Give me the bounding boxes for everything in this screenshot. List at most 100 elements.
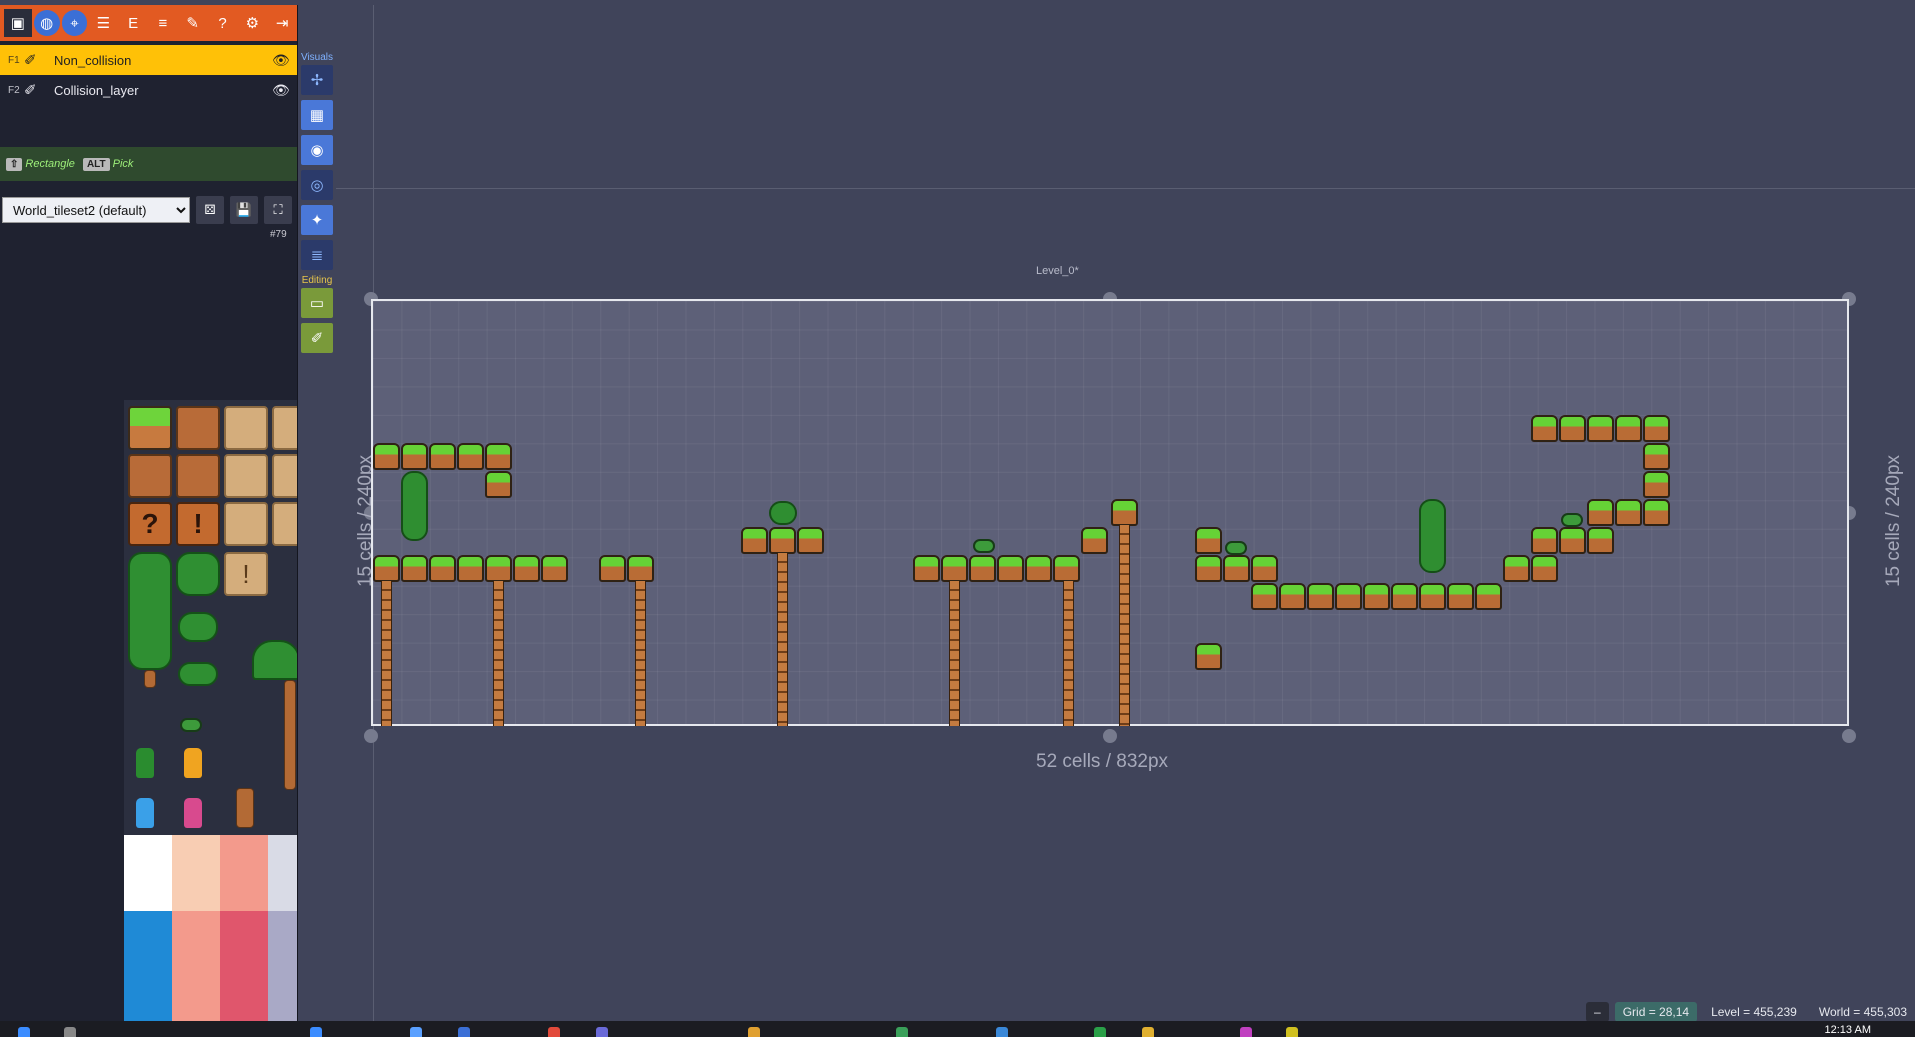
grid-icon[interactable]: ▦ <box>301 100 333 130</box>
focus-icon[interactable]: ◎ <box>301 170 333 200</box>
grass-tile <box>913 555 940 582</box>
map-pin-icon[interactable]: ⌖ <box>61 10 88 36</box>
app-icon[interactable] <box>996 1027 1008 1037</box>
grass-tile <box>1559 415 1586 442</box>
grass-tile <box>373 443 400 470</box>
tile-sky-red[interactable] <box>220 835 268 1021</box>
tools-icon[interactable]: ✎ <box>179 9 207 37</box>
app-icon[interactable] <box>1142 1027 1154 1037</box>
tile-pink-bottle[interactable] <box>184 798 202 828</box>
grass-tile <box>969 555 996 582</box>
flower-deco <box>1225 541 1247 555</box>
resize-handle[interactable] <box>364 729 378 743</box>
grass-tile <box>429 555 456 582</box>
tile-sky-grey[interactable] <box>268 835 297 1021</box>
save-icon[interactable]: 💾 <box>230 196 258 224</box>
tile-sky-peach[interactable] <box>172 835 220 1021</box>
app-icon[interactable] <box>896 1027 908 1037</box>
tile-small-bush[interactable] <box>178 612 218 642</box>
entities-icon[interactable]: E <box>119 9 147 37</box>
tile-sand[interactable] <box>272 454 297 498</box>
level-name: Level_0* <box>1036 265 1079 277</box>
resize-handle[interactable] <box>1103 729 1117 743</box>
app-icon[interactable] <box>310 1027 322 1037</box>
tile-tree[interactable] <box>128 552 172 670</box>
tile-sand[interactable] <box>224 454 268 498</box>
world-icon[interactable]: ◍ <box>33 10 60 36</box>
eye-icon[interactable]: ◉ <box>301 135 333 165</box>
settings-icon[interactable]: ⚙ <box>238 9 266 37</box>
tile-bush[interactable] <box>176 552 220 596</box>
grass-tile <box>997 555 1024 582</box>
exit-icon[interactable]: ⇥ <box>268 9 296 37</box>
grass-tile <box>429 443 456 470</box>
layer-item-collision[interactable]: F2 ✐ Collision_layer 👁 <box>0 75 297 105</box>
tile-flowers[interactable] <box>180 718 202 732</box>
app-icon[interactable] <box>458 1027 470 1037</box>
app-icon[interactable] <box>596 1027 608 1037</box>
tile-sand[interactable] <box>224 406 268 450</box>
compass-icon[interactable]: ✢ <box>301 65 333 95</box>
tile-dirt[interactable] <box>176 454 220 498</box>
tile-grass[interactable] <box>128 406 172 450</box>
level-canvas[interactable] <box>371 299 1849 726</box>
grass-tile <box>1531 415 1558 442</box>
rectangle-hint: Rectangle <box>25 158 75 170</box>
tile-palm-trunk[interactable] <box>284 680 296 790</box>
random-icon[interactable]: ⚄ <box>196 196 224 224</box>
tile-log[interactable] <box>236 788 254 828</box>
app-icon[interactable] <box>748 1027 760 1037</box>
tileset-palette[interactable]: ? ! ! <box>124 400 297 1021</box>
layers-icon[interactable]: ☰ <box>89 9 117 37</box>
tile-question-block[interactable]: ? <box>128 502 172 546</box>
tile-trunk[interactable] <box>144 670 156 688</box>
app-icon[interactable] <box>1240 1027 1252 1037</box>
project-icon[interactable]: ▣ <box>4 9 32 37</box>
tile-dirt[interactable] <box>176 406 220 450</box>
grass-tile <box>941 555 968 582</box>
grass-tile <box>1531 527 1558 554</box>
app-icon[interactable] <box>1094 1027 1106 1037</box>
fullscreen-icon[interactable]: ⛶ <box>264 196 292 224</box>
tile-dirt[interactable] <box>128 454 172 498</box>
single-layer-icon[interactable]: ▭ <box>301 288 333 318</box>
grass-tile <box>1475 583 1502 610</box>
tile-small-bush[interactable] <box>178 662 218 686</box>
grass-tile <box>1587 415 1614 442</box>
grass-tile <box>797 527 824 554</box>
tile-green-bottle[interactable] <box>136 748 154 778</box>
layer-item-non-collision[interactable]: F1 ✐ Non_collision 👁 <box>0 45 297 75</box>
tile-sand-exclaim[interactable]: ! <box>224 552 268 596</box>
world-canvas[interactable]: Level_0* 15 cells / 240px 15 cells / 240… <box>336 5 1915 1021</box>
tile-sky-blue[interactable] <box>124 835 172 1021</box>
minimize-button[interactable]: – <box>1586 1002 1609 1021</box>
start-icon[interactable] <box>18 1027 30 1037</box>
grass-tile <box>1111 499 1138 526</box>
sparkle-icon[interactable]: ✦ <box>301 205 333 235</box>
list-icon[interactable]: ≡ <box>149 9 177 37</box>
grass-tile <box>457 555 484 582</box>
grass-tile <box>1081 527 1108 554</box>
level-width-label: 52 cells / 832px <box>1036 751 1169 772</box>
app-icon[interactable] <box>410 1027 422 1037</box>
list-icon[interactable]: ≣ <box>301 240 333 270</box>
app-icon[interactable] <box>548 1027 560 1037</box>
eye-icon[interactable]: 👁 <box>272 82 297 99</box>
tileset-select[interactable]: World_tileset2 (default) <box>2 197 190 223</box>
tile-sand[interactable] <box>224 502 268 546</box>
search-icon[interactable] <box>64 1027 76 1037</box>
editing-label: Editing <box>301 275 333 286</box>
tile-sand[interactable] <box>272 406 297 450</box>
eye-icon[interactable]: 👁 <box>272 52 297 69</box>
tile-blue-bottle[interactable] <box>136 798 154 828</box>
app-icon[interactable] <box>1286 1027 1298 1037</box>
brush-icon[interactable]: ✐ <box>301 323 333 353</box>
help-icon[interactable]: ? <box>209 9 237 37</box>
tile-palm[interactable] <box>252 640 297 680</box>
tile-sand[interactable] <box>272 502 297 546</box>
layer-hotkey: F2 <box>8 84 20 96</box>
tile-exclaim-block[interactable]: ! <box>176 502 220 546</box>
grass-tile <box>401 555 428 582</box>
resize-handle[interactable] <box>1842 729 1856 743</box>
tile-orange-bottle[interactable] <box>184 748 202 778</box>
